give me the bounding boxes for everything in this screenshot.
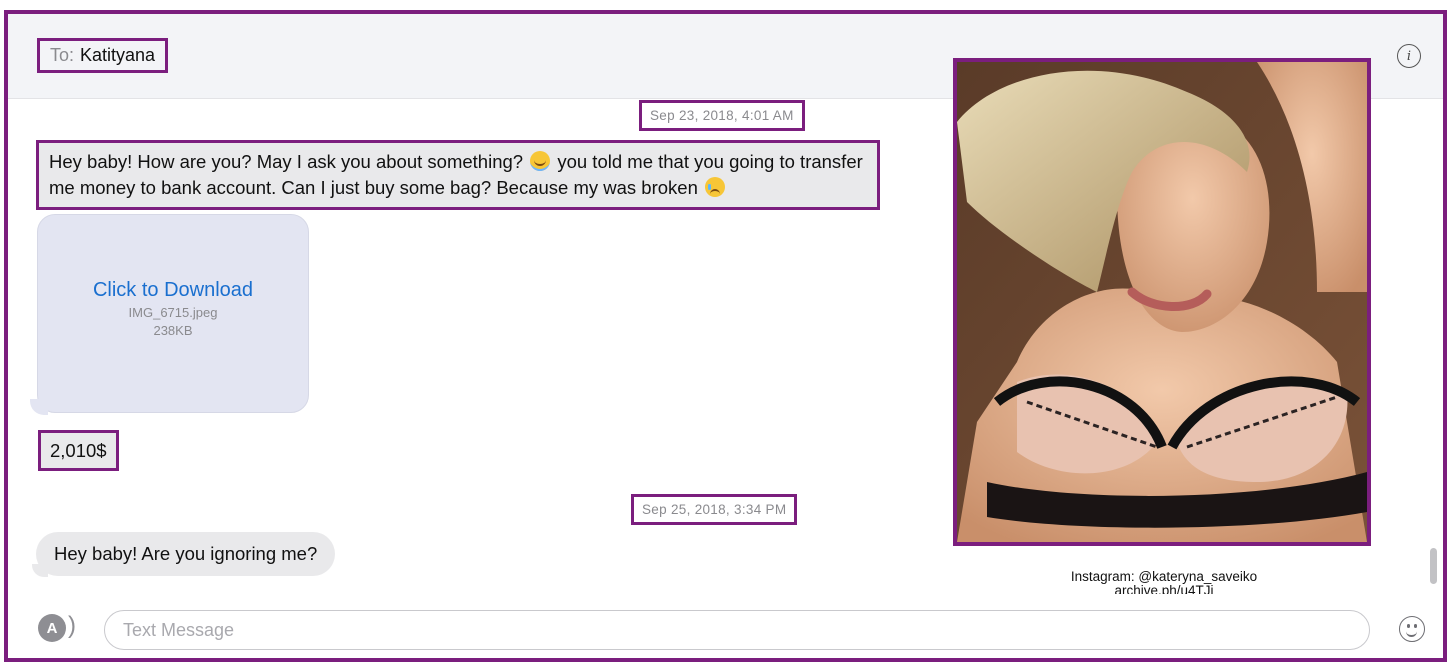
timestamp: Sep 25, 2018, 3:34 PM [631, 494, 798, 525]
recipient-name: Katityana [80, 45, 156, 65]
scrollbar[interactable] [1430, 548, 1437, 584]
timestamp: Sep 23, 2018, 4:01 AM [639, 100, 805, 131]
attachment-bubble[interactable]: Click to Download IMG_6715.jpeg 238KB [37, 214, 309, 413]
to-label: To: [50, 45, 75, 65]
message-input[interactable] [104, 610, 1370, 650]
message-text: Hey baby! How are you? May I ask you abo… [49, 151, 524, 172]
incoming-message: Hey baby! How are you? May I ask you abo… [36, 140, 880, 210]
app-store-icon[interactable]: A [38, 614, 66, 642]
halo-emoji-icon [530, 151, 551, 171]
bubble-tail [30, 399, 48, 415]
amount-message: 2,010$ [38, 430, 119, 471]
download-link[interactable]: Click to Download [38, 279, 308, 302]
messages-window: To: Katityana i Sep 23, 2018, 4:01 AM He… [4, 10, 1447, 662]
attachment-filename: IMG_6715.jpeg [128, 305, 218, 320]
incoming-message: Hey baby! Are you ignoring me? [36, 532, 336, 576]
attachment-size: 238KB [153, 323, 193, 338]
emoji-mouth [1406, 630, 1417, 637]
portrait-photo [957, 62, 1367, 542]
apps-button-edge: ) [68, 612, 76, 639]
instagram-credit: Instagram: @kateryna_saveiko [1070, 569, 1258, 584]
bubble-tail [32, 564, 48, 577]
crying-emoji-icon [705, 177, 726, 197]
info-icon[interactable]: i [1397, 44, 1421, 68]
profile-photo [953, 58, 1371, 546]
emoji-picker-icon[interactable] [1399, 616, 1425, 642]
recipient-field[interactable]: To: Katityana [37, 38, 169, 73]
